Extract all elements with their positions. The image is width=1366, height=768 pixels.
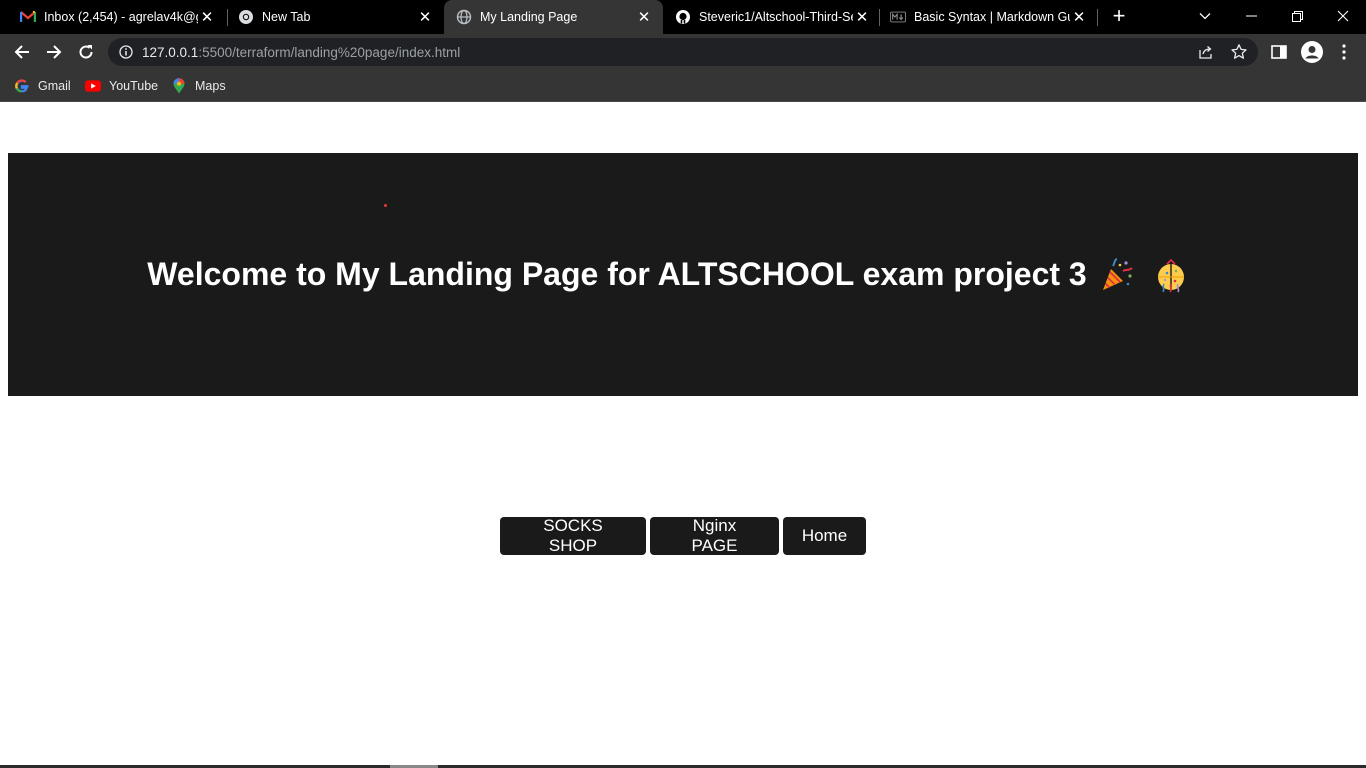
party-popper-icon — [1099, 257, 1135, 293]
url-host: 127.0.0.1 — [142, 45, 199, 60]
tab-title: Steveric1/Altschool-Third-Se — [699, 10, 853, 24]
bookmark-label: Gmail — [38, 79, 71, 93]
tab-search-chevron-icon[interactable] — [1182, 0, 1228, 32]
tab-title: My Landing Page — [480, 10, 578, 24]
close-tab-icon[interactable]: ✕ — [198, 8, 216, 26]
bookmark-maps[interactable]: Maps — [171, 76, 226, 96]
profile-avatar-icon[interactable] — [1301, 41, 1323, 63]
github-icon — [675, 9, 691, 25]
new-tab-button[interactable]: + — [1108, 5, 1130, 28]
site-info-icon[interactable] — [119, 45, 133, 59]
share-icon[interactable] — [1198, 44, 1214, 60]
tab-title: Basic Syntax | Markdown Gui — [914, 10, 1070, 24]
globe-icon — [456, 9, 472, 25]
more-menu-icon[interactable] — [1334, 42, 1354, 62]
maps-icon — [171, 78, 187, 94]
google-icon — [14, 78, 30, 94]
home-button[interactable]: Home — [783, 517, 866, 555]
bookmark-label: Maps — [195, 79, 226, 93]
tab-divider — [1097, 9, 1098, 26]
tab-new-tab[interactable]: New Tab ✕ — [218, 0, 444, 34]
nginx-page-button[interactable]: Nginx PAGE — [650, 516, 779, 555]
tab-markdown-guide[interactable]: Basic Syntax | Markdown Gui ✕ — [880, 0, 1098, 34]
tab-title: New Tab — [262, 10, 311, 24]
close-tab-icon[interactable]: ✕ — [853, 8, 871, 26]
tab-title: Inbox (2,454) - agrelav4k@gm — [44, 10, 198, 24]
back-arrow-icon[interactable] — [8, 38, 36, 66]
bookmark-label: YouTube — [109, 79, 159, 93]
reload-icon[interactable] — [72, 38, 100, 66]
confetti-ball-icon — [1153, 257, 1189, 293]
restore-icon[interactable] — [1274, 0, 1320, 32]
hero-banner: Welcome to My Landing Page for ALTSCHOOL… — [8, 153, 1358, 396]
tab-gmail[interactable]: Inbox (2,454) - agrelav4k@gm ✕ — [0, 0, 226, 34]
bookmark-gmail[interactable]: Gmail — [14, 76, 71, 96]
socks-shop-button[interactable]: SOCKS SHOP — [500, 516, 646, 555]
cursor-dot — [384, 204, 387, 207]
bookmarks-bar: Gmail YouTube Maps — [0, 70, 1366, 102]
nav-buttons: SOCKS SHOP Nginx PAGE Home — [500, 516, 866, 555]
tab-my-landing-page[interactable]: My Landing Page ✕ — [444, 0, 663, 34]
tab-github[interactable]: Steveric1/Altschool-Third-Se ✕ — [663, 0, 881, 34]
bookmark-youtube[interactable]: YouTube — [85, 76, 158, 96]
browser-toolbar: 127.0.0.1:5500/terraform/landing%20page/… — [0, 34, 1366, 70]
side-panel-icon[interactable] — [1269, 42, 1289, 62]
close-tab-icon[interactable]: ✕ — [1070, 8, 1088, 26]
address-bar[interactable]: 127.0.0.1:5500/terraform/landing%20page/… — [108, 38, 1258, 66]
page-viewport: Welcome to My Landing Page for ALTSCHOOL… — [0, 103, 1366, 768]
gmail-icon — [20, 9, 36, 25]
hero-title: Welcome to My Landing Page for ALTSCHOOL… — [147, 256, 1087, 292]
close-tab-icon[interactable]: ✕ — [635, 8, 653, 26]
tab-strip: Inbox (2,454) - agrelav4k@gm ✕ New Tab ✕… — [0, 0, 1366, 34]
bookmark-star-icon[interactable] — [1230, 43, 1248, 61]
forward-arrow-icon[interactable] — [40, 38, 68, 66]
markdown-icon — [890, 9, 906, 25]
close-tab-icon[interactable]: ✕ — [416, 8, 434, 26]
close-window-icon[interactable] — [1320, 0, 1366, 32]
hero-heading: Welcome to My Landing Page for ALTSCHOOL… — [147, 256, 1188, 293]
youtube-icon — [85, 78, 101, 94]
chrome-icon — [238, 9, 254, 25]
url-path: :5500/terraform/landing%20page/index.htm… — [198, 45, 461, 60]
minimize-icon[interactable] — [1228, 0, 1274, 32]
url-text: 127.0.0.1:5500/terraform/landing%20page/… — [142, 45, 460, 60]
